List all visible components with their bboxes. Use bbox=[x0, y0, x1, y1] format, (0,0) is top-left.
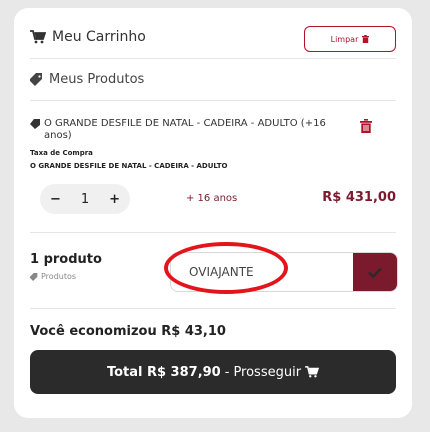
remove-item-button[interactable] bbox=[360, 118, 374, 133]
product-count-sub-label: Produtos bbox=[41, 272, 77, 281]
product-count: 1 produto bbox=[30, 252, 102, 267]
cart-title-text: Meu Carrinho bbox=[52, 29, 146, 45]
clear-cart-button[interactable]: Limpar bbox=[304, 26, 396, 52]
product-count-sub: Produtos bbox=[30, 272, 76, 281]
age-restriction: + 16 anos bbox=[186, 193, 238, 204]
tax-description: O GRANDE DESFILE DE NATAL - CADEIRA - AD… bbox=[30, 162, 228, 170]
checkout-button[interactable]: Total R$ 387,90 - Prosseguir bbox=[30, 350, 396, 394]
increase-quantity-button[interactable]: + bbox=[109, 192, 120, 207]
quantity-stepper: − 1 + bbox=[40, 184, 130, 214]
coupon-input[interactable] bbox=[171, 253, 353, 291]
clear-cart-label: Limpar bbox=[330, 34, 359, 44]
products-section-title: Meus Produtos bbox=[30, 72, 144, 87]
item-name: O GRANDE DESFILE DE NATAL - CADEIRA - AD… bbox=[30, 118, 330, 142]
divider bbox=[30, 58, 396, 59]
divider bbox=[30, 232, 396, 233]
trash-icon bbox=[362, 35, 370, 43]
apply-coupon-button[interactable] bbox=[353, 253, 397, 291]
cart-header: Meu Carrinho Limpar bbox=[30, 26, 396, 56]
products-section-label: Meus Produtos bbox=[49, 72, 145, 87]
cart-title: Meu Carrinho bbox=[30, 29, 146, 45]
check-icon bbox=[368, 267, 382, 278]
ticket-icon bbox=[30, 119, 40, 129]
divider bbox=[30, 308, 396, 309]
checkout-separator: - bbox=[224, 364, 230, 380]
total-amount: Total R$ 387,90 bbox=[106, 364, 221, 380]
item-name-text: O GRANDE DESFILE DE NATAL - CADEIRA - AD… bbox=[44, 118, 326, 141]
quantity-value: 1 bbox=[80, 191, 90, 207]
tag-icon bbox=[30, 272, 38, 281]
divider bbox=[30, 100, 396, 101]
checkout-label: Prosseguir bbox=[233, 364, 302, 380]
cart-item: O GRANDE DESFILE DE NATAL - CADEIRA - AD… bbox=[30, 118, 396, 214]
shopping-cart-icon bbox=[305, 366, 320, 378]
cart-card: Meu Carrinho Limpar Meus Produtos O GRAN… bbox=[14, 8, 412, 418]
trash-icon bbox=[360, 119, 372, 133]
savings-text: Você economizou R$ 43,10 bbox=[30, 324, 226, 339]
tag-icon bbox=[30, 73, 42, 86]
item-price: R$ 431,00 bbox=[322, 190, 396, 205]
decrease-quantity-button[interactable]: − bbox=[50, 192, 61, 207]
coupon-field bbox=[170, 252, 398, 292]
shopping-cart-icon bbox=[30, 30, 46, 44]
tax-label: Taxa de Compra bbox=[30, 149, 93, 157]
